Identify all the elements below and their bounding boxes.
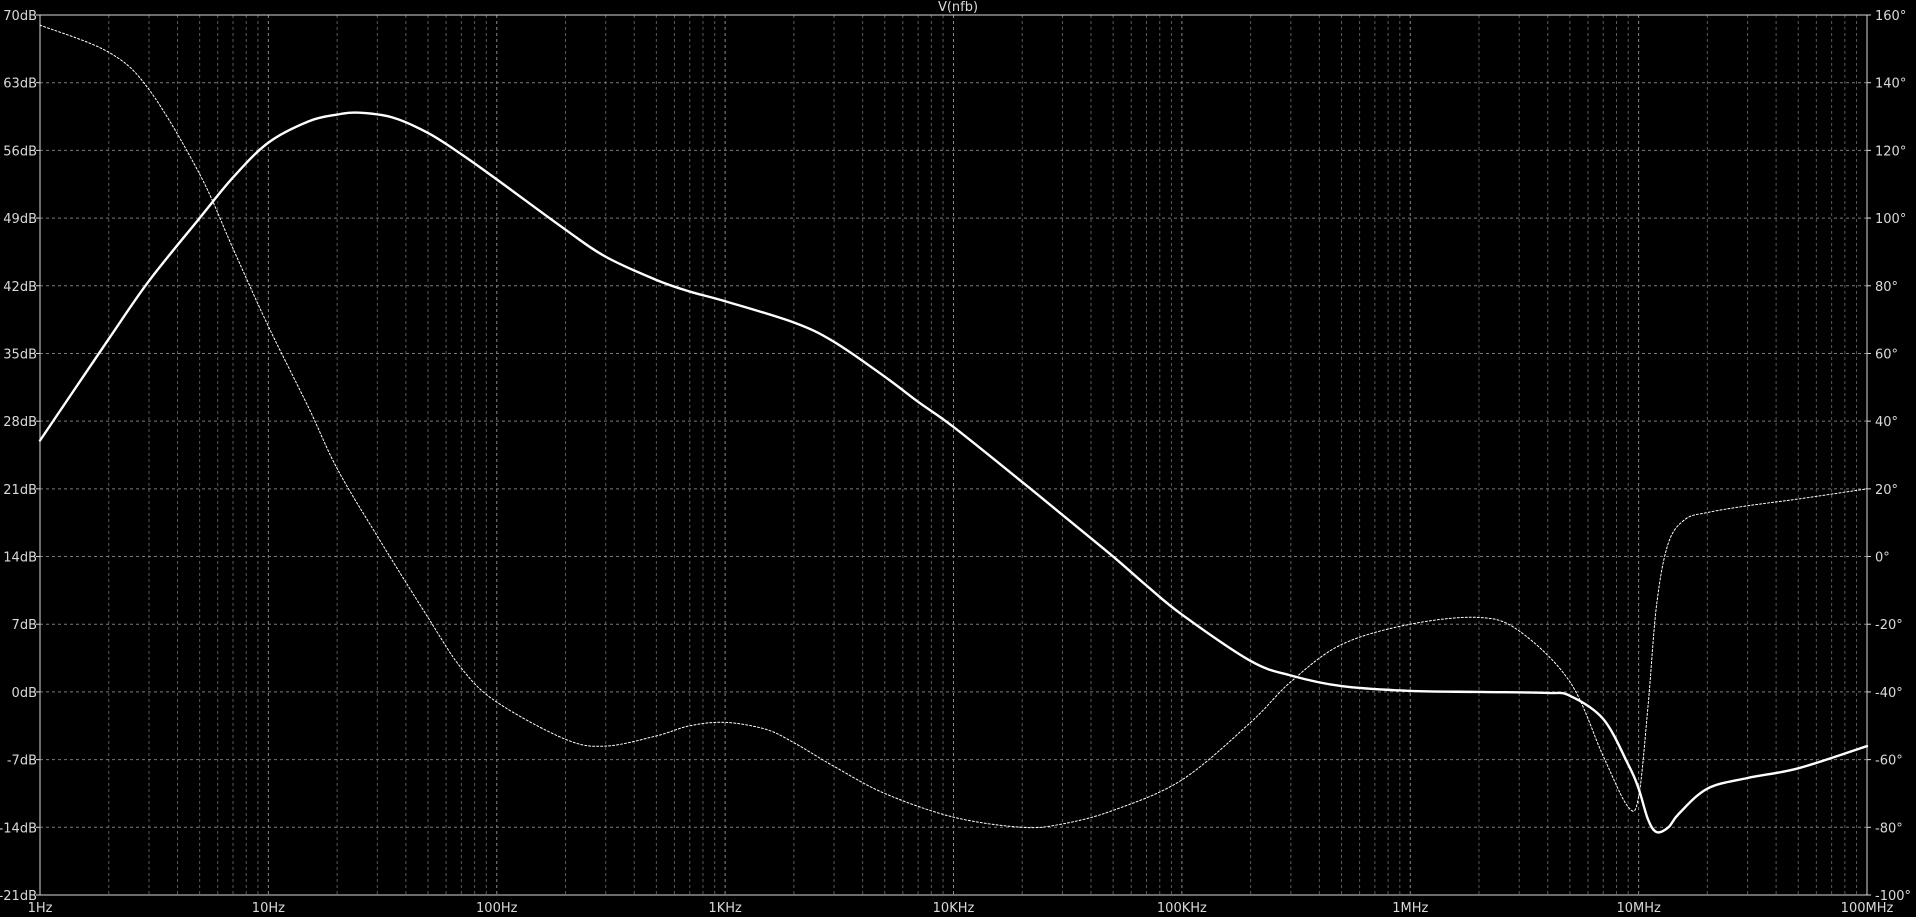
x-tick-label: 1KHz [708,901,742,916]
y-right-tick-label: -80° [1875,821,1903,836]
y-right-tick-label: 160° [1875,9,1906,24]
y-right-tick-label: 0° [1875,551,1890,566]
y-right-tick-label: -60° [1875,754,1903,769]
x-tick-label: 10Hz [252,901,285,916]
y-right-tick-label: 20° [1875,483,1898,498]
y-right-tick-label: 60° [1875,347,1898,362]
y-left-tick-label: -14dB [0,821,37,836]
y-left-tick-label: 49dB [3,212,37,227]
y-right-tick-label: 100° [1875,212,1906,227]
y-left-tick-label: 70dB [3,9,37,24]
x-tick-label: 10KHz [933,901,975,916]
y-left-tick-label: 56dB [3,144,37,159]
y-right-tick-label: 80° [1875,280,1898,295]
y-left-tick-label: -7dB [7,754,37,769]
y-left-tick-label: 21dB [3,483,37,498]
y-right-tick-label: 140° [1875,77,1906,92]
y-left-tick-label: -21dB [0,889,37,904]
bode-plot: 1Hz 10Hz 100Hz 1KHz 10KHz 100KHz 1MHz 10MHz 100M… [0,0,1916,917]
y-right-tick-label: 120° [1875,144,1906,159]
y-left-tick-label: 63dB [3,77,37,92]
y-right-tick-label: -100° [1875,889,1911,904]
y-left-tick-label: 35dB [3,347,37,362]
y-left-tick-label: 7dB [12,618,37,633]
y-left-tick-label: 14dB [3,551,37,566]
y-right-tick-label: -20° [1875,618,1903,633]
y-left-tick-label: 28dB [3,415,37,430]
x-tick-label: 100Hz [476,901,518,916]
y-left-tick-label: 0dB [12,686,37,701]
y-left-tick-label: 42dB [3,280,37,295]
x-tick-label: 100KHz [1157,901,1207,916]
y-right-tick-label: 40° [1875,415,1898,430]
chart-svg: 1Hz 10Hz 100Hz 1KHz 10KHz 100KHz 1MHz 10MHz 100M… [0,0,1916,917]
x-tick-label: 10MHz [1616,901,1661,916]
chart-title: V(nfb) [938,0,978,15]
y-right-tick-label: -40° [1875,686,1903,701]
x-tick-label: 1MHz [1392,901,1428,916]
